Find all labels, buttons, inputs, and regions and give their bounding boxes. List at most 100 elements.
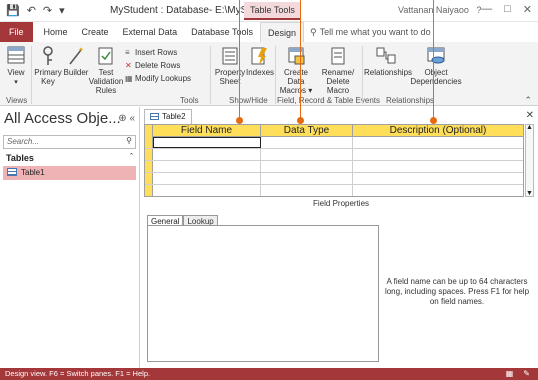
view-icon <box>7 46 25 64</box>
nav-group-tables[interactable]: Tables ˆ <box>3 151 136 165</box>
table-row <box>145 173 523 185</box>
view-switcher: ▦ ✎ <box>506 368 530 380</box>
tab-file[interactable]: File <box>0 22 33 42</box>
row-selector[interactable] <box>145 161 153 172</box>
context-tab-table-tools: Table Tools <box>244 2 301 20</box>
rename-delete-macro-button[interactable]: Rename/Delete Macro <box>316 46 360 95</box>
column-header-data-type: Data Type <box>261 125 353 137</box>
field-design-grid: Field Name Data Type Description (Option… <box>144 124 524 197</box>
column-header-field-name: Field Name <box>153 125 261 137</box>
annotation-arrow-field-name <box>239 0 240 120</box>
close-icon[interactable]: ✕ <box>526 110 534 121</box>
field-name-cell[interactable] <box>153 185 261 196</box>
search-icon[interactable]: ⚲ <box>126 136 132 145</box>
description-cell[interactable] <box>353 137 523 148</box>
minimize-icon[interactable]: — <box>481 3 492 16</box>
customize-icon[interactable]: ▾ <box>59 4 65 17</box>
document-area: Table2 ✕ Field Name Data Type Descriptio… <box>141 107 538 368</box>
design-view-icon[interactable]: ✎ <box>523 368 530 380</box>
property-sheet-button[interactable]: Property Sheet <box>214 46 246 86</box>
key-icon <box>43 46 53 65</box>
test-validation-rules-button[interactable]: Test Validation Rules <box>88 46 124 95</box>
data-type-cell[interactable] <box>261 173 353 184</box>
svg-text:✦: ✦ <box>78 46 84 54</box>
tab-home[interactable]: Home <box>37 22 75 42</box>
tell-me-box[interactable]: ⚲ Tell me what you want to do <box>310 27 431 38</box>
group-label-show-hide: Show/Hide <box>229 96 268 105</box>
grid-vertical-scrollbar[interactable]: ▲ ▼ <box>525 124 534 197</box>
builder-button[interactable]: ✦ Builder <box>63 46 89 77</box>
tab-create[interactable]: Create <box>75 22 116 42</box>
header-selector <box>145 125 153 137</box>
field-name-cell[interactable] <box>153 149 261 160</box>
group-label-field-record-table-events: Field, Record & Table Events <box>277 96 381 105</box>
scroll-up-icon[interactable]: ▲ <box>526 124 533 131</box>
scroll-down-icon[interactable]: ▼ <box>526 190 533 197</box>
nav-pane-title[interactable]: All Access Obje... <box>4 110 121 127</box>
indexes-button[interactable]: Indexes <box>246 46 274 77</box>
close-icon[interactable]: ✕ <box>523 3 532 16</box>
grid-header: Field Name Data Type Description (Option… <box>145 125 523 137</box>
modify-lookups-button[interactable]: ▦ Modify Lookups <box>125 74 191 83</box>
rename-macro-icon <box>331 47 345 65</box>
table-icon <box>150 113 159 120</box>
window-controls: — □ ✕ <box>481 3 532 16</box>
undo-icon[interactable]: ↶ <box>27 4 36 17</box>
insert-rows-button[interactable]: ≡ Insert Rows <box>125 48 177 57</box>
modify-lookups-icon: ▦ <box>125 74 133 83</box>
doc-tab-table2[interactable]: Table2 <box>144 109 192 124</box>
table-row <box>145 185 523 197</box>
save-icon[interactable]: 💾 <box>6 4 20 17</box>
nav-menu-icon[interactable]: ⊕ <box>118 113 126 124</box>
annotation-dot-data-type <box>297 117 304 124</box>
lightbulb-icon: ⚲ <box>309 26 317 37</box>
object-dependencies-button[interactable]: Object Dependencies <box>410 46 462 86</box>
table-row <box>145 161 523 173</box>
property-sheet-icon <box>222 47 238 65</box>
table-icon <box>7 168 17 176</box>
view-button[interactable]: View ▾ <box>3 46 29 87</box>
field-properties-label: Field Properties <box>313 199 370 208</box>
create-data-macros-button[interactable]: Create Data Macros ▾ <box>276 46 316 95</box>
column-header-description: Description (Optional) <box>389 125 487 136</box>
group-label-views: Views <box>6 96 28 105</box>
user-name[interactable]: Vattanan Naiyaoo ? <box>398 5 481 15</box>
object-dependencies-icon <box>427 47 445 64</box>
shutter-bar-icon[interactable]: « <box>129 113 135 124</box>
data-type-cell[interactable] <box>261 161 353 172</box>
tab-database-tools[interactable]: Database Tools <box>184 22 260 42</box>
nav-pane-controls: ⊕ « <box>118 113 135 124</box>
annotation-dot-field-name <box>236 117 243 124</box>
restore-icon[interactable]: □ <box>504 3 511 16</box>
field-name-cell[interactable] <box>153 173 261 184</box>
row-selector[interactable] <box>145 185 153 196</box>
title-bar: 💾 ↶ ↷ ▾ MyStudent : Database- E:\MyStude… <box>0 0 538 22</box>
ribbon: View ▾ Primary Key ✦ Builder Test Validati… <box>0 42 538 106</box>
field-name-cell[interactable] <box>153 137 261 148</box>
redo-icon[interactable]: ↷ <box>43 4 52 17</box>
ribbon-tabs: File Home Create External Data Database … <box>0 22 538 42</box>
datasheet-view-icon[interactable]: ▦ <box>506 368 514 380</box>
field-name-cell[interactable] <box>153 161 261 172</box>
data-type-cell[interactable] <box>261 137 353 148</box>
delete-rows-icon: ✕ <box>125 61 132 70</box>
data-type-cell[interactable] <box>261 149 353 160</box>
primary-key-button[interactable]: Primary Key <box>34 46 62 86</box>
field-properties-panel <box>147 225 379 362</box>
validation-icon <box>98 47 113 65</box>
row-selector[interactable] <box>145 137 153 148</box>
nav-search-input[interactable]: Search... ⚲ <box>3 135 136 149</box>
row-selector[interactable] <box>145 149 153 160</box>
status-bar: Design view. F6 = Switch panes. F1 = Hel… <box>0 368 538 380</box>
delete-rows-button[interactable]: ✕ Delete Rows <box>125 61 180 70</box>
data-type-cell[interactable] <box>261 185 353 196</box>
relationships-icon <box>376 47 396 64</box>
tab-design[interactable]: Design <box>259 22 304 42</box>
row-selector[interactable] <box>145 173 153 184</box>
relationships-button[interactable]: Relationships <box>364 46 412 77</box>
tab-external-data[interactable]: External Data <box>116 22 185 42</box>
collapse-ribbon-icon[interactable]: ⌃ <box>524 95 532 106</box>
group-label-tools: Tools <box>180 96 199 105</box>
nav-item-table1[interactable]: Table1 <box>3 166 136 180</box>
navigation-pane: All Access Obje... ⊕ « Search... ⚲ Table… <box>0 107 140 368</box>
